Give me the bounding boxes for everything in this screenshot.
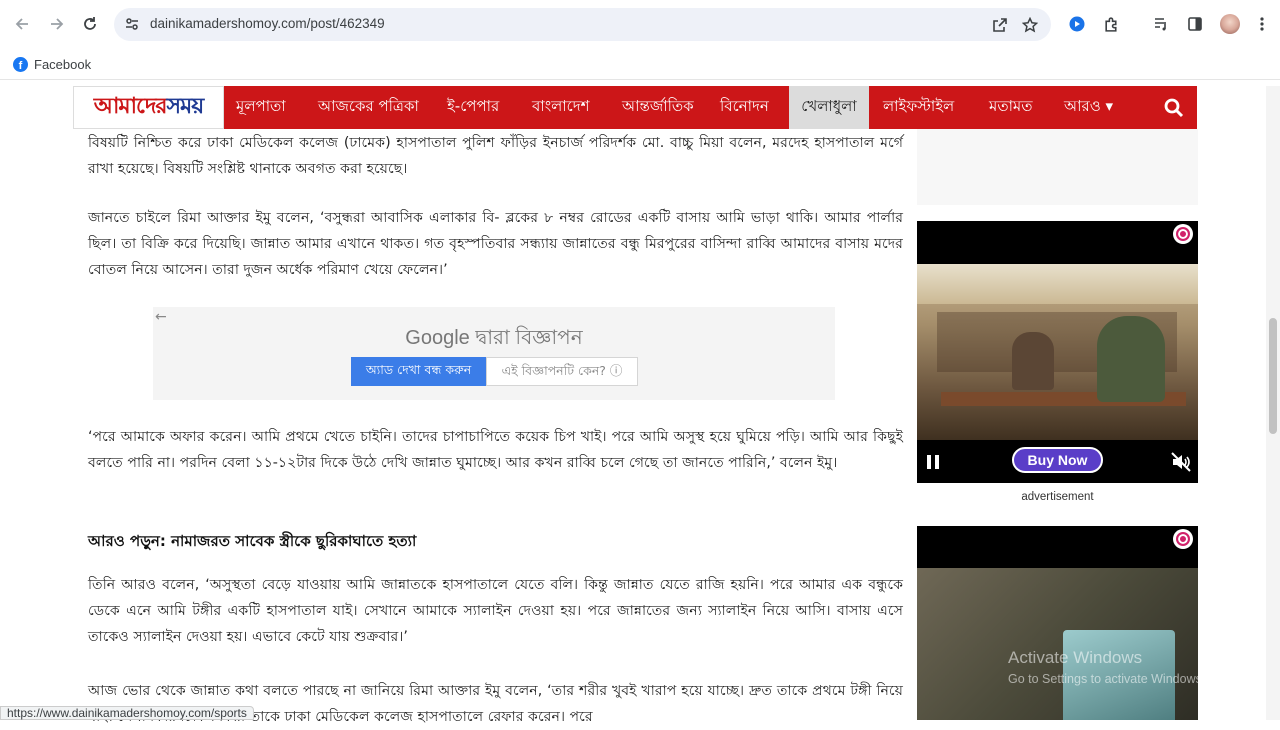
- facebook-icon: f: [13, 56, 28, 72]
- stop-seeing-ad-button[interactable]: অ্যাড দেখা বন্ধ করুন: [351, 357, 486, 386]
- adchoices-icon[interactable]: [1173, 529, 1193, 549]
- menu-item-home[interactable]: মূলপাতা: [236, 86, 286, 129]
- ad-title: Google দ্বারা বিজ্ঞাপন: [405, 327, 583, 349]
- scrollbar-thumb[interactable]: [1269, 318, 1277, 434]
- more-vertical-icon: [1260, 17, 1264, 31]
- article-paragraph: আজ ভোর থেকে জান্নাত কথা বলতে পারছে না জা…: [88, 683, 903, 725]
- article-paragraph: জানতে চাইলে রিমা আক্তার ইমু বলেন, ‘বসুন্…: [88, 210, 903, 278]
- menu-item-international[interactable]: আন্তর্জাতিক: [622, 86, 694, 129]
- share-icon[interactable]: [991, 16, 1009, 34]
- back-button[interactable]: [10, 12, 34, 36]
- forward-arrow-icon: [51, 18, 64, 30]
- extension-blue-icon[interactable]: [1065, 12, 1089, 36]
- article-paragraph: বিষয়টি নিশ্চিত করে ঢাকা মেডিকেল কলেজ (ঢ…: [88, 135, 903, 177]
- sidebar-placeholder: [917, 129, 1198, 205]
- article-paragraph: তিনি আরও বলেন, ‘অসুস্থতা বেড়ে যাওয়ায় …: [88, 577, 903, 645]
- media-controls-icon[interactable]: [1149, 12, 1173, 36]
- menu-item-opinion[interactable]: মতামত: [989, 86, 1033, 129]
- reload-button[interactable]: [78, 12, 102, 36]
- browser-toolbar: dainikamadershomoy.com/post/462349: [0, 0, 1280, 48]
- menu-item-todays-paper[interactable]: আজকের পত্রিকা: [318, 86, 419, 129]
- forward-button[interactable]: [45, 12, 69, 36]
- video-frame: [917, 568, 1198, 720]
- logo-text: আমাদেরসময়: [93, 93, 204, 119]
- profile-avatar[interactable]: [1218, 12, 1242, 36]
- adchoices-icon[interactable]: [1173, 224, 1193, 244]
- buy-now-button[interactable]: Buy Now: [1012, 447, 1103, 473]
- windows-activation-watermark: Activate Windows Go to Settings to activ…: [1008, 648, 1206, 686]
- extensions-puzzle-icon[interactable]: [1099, 12, 1123, 36]
- bookmark-star-icon[interactable]: [1021, 16, 1039, 34]
- bookmark-facebook[interactable]: f Facebook: [13, 54, 91, 74]
- muted-speaker-icon[interactable]: [1170, 451, 1192, 473]
- site-settings-icon[interactable]: [124, 16, 140, 32]
- page-scrollbar[interactable]: [1266, 86, 1280, 720]
- reload-icon: [84, 17, 96, 30]
- video-ad-secondary[interactable]: [917, 526, 1198, 720]
- video-ad[interactable]: Buy Now: [917, 221, 1198, 483]
- menu-item-bangladesh[interactable]: বাংলাদেশ: [532, 86, 589, 129]
- side-panel-icon[interactable]: [1183, 12, 1207, 36]
- read-more-link[interactable]: আরও পড়ুন: নামাজরত সাবেক স্ত্রীকে ছুরিকা…: [88, 530, 903, 555]
- address-bar[interactable]: dainikamadershomoy.com/post/462349: [114, 8, 1051, 41]
- why-this-ad-button[interactable]: এই বিজ্ঞাপনটি কেন? ⓘ: [486, 357, 638, 386]
- bookmark-label: Facebook: [34, 56, 92, 72]
- advertisement-label: advertisement: [1021, 491, 1094, 503]
- pause-icon[interactable]: [927, 455, 939, 469]
- google-ad-panel: ← Google দ্বারা বিজ্ঞাপন অ্যাড দেখা বন্ধ…: [153, 307, 835, 400]
- menu-item-more[interactable]: আরও ▾: [1064, 86, 1113, 129]
- menu-item-entertainment[interactable]: বিনোদন: [720, 86, 769, 129]
- menu-item-lifestyle[interactable]: লাইফস্টাইল: [883, 86, 954, 129]
- back-arrow-icon: [15, 18, 28, 30]
- url-text: dainikamadershomoy.com/post/462349: [150, 16, 385, 31]
- menu-item-sports[interactable]: খেলাধুলা: [789, 86, 869, 129]
- browser-menu-button[interactable]: [1250, 12, 1274, 36]
- search-icon[interactable]: [1163, 97, 1185, 119]
- site-navigation: আমাদেরসময় মূলপাতা আজকের পত্রিকা ই-পেপার…: [73, 86, 1197, 129]
- bookmarks-bar: f Facebook: [0, 48, 1280, 80]
- site-logo[interactable]: আমাদেরসময়: [73, 86, 224, 129]
- article-paragraph: ‘পরে আমাকে অফার করেন। আমি প্রথমে খেতে চা…: [88, 429, 903, 471]
- status-bar-url: https://www.dainikamadershomoy.com/sport…: [0, 706, 254, 720]
- menu-item-epaper[interactable]: ই-পেপার: [447, 86, 499, 129]
- video-frame: [917, 264, 1198, 440]
- avatar: [1220, 14, 1240, 34]
